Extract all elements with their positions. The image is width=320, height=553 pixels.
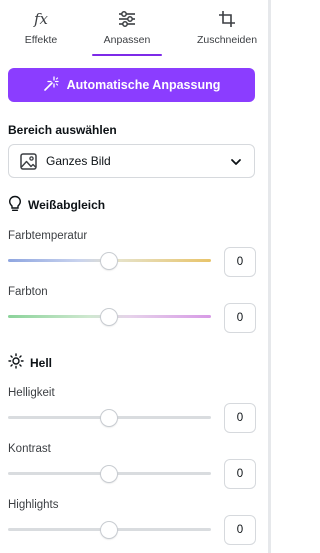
chevron-down-icon (230, 155, 242, 173)
sun-icon (8, 353, 24, 372)
tab-effects[interactable]: fx Effekte (0, 0, 82, 56)
area-section-title: Bereich auswählen (8, 123, 117, 137)
highlights-label: Highlights (8, 499, 59, 511)
auto-adjust-label: Automatische Anpassung (66, 78, 221, 92)
tab-label: Effekte (24, 34, 58, 46)
magic-wand-icon (43, 75, 59, 95)
white-balance-heading: Weißabgleich (8, 195, 105, 215)
area-select[interactable]: Ganzes Bild (8, 144, 255, 178)
brightness-slider-thumb[interactable] (101, 410, 117, 426)
light-title: Hell (30, 355, 53, 370)
crop-icon (217, 9, 237, 29)
contrast-label: Kontrast (8, 443, 51, 455)
area-select-value: Ganzes Bild (46, 154, 111, 168)
image-icon (20, 152, 38, 170)
active-tab-indicator (92, 54, 162, 56)
white-balance-title: Weißabgleich (28, 198, 106, 212)
lightbulb-icon (8, 195, 22, 215)
brightness-label: Helligkeit (8, 387, 55, 399)
light-heading: Hell (8, 353, 52, 372)
brightness-value-input[interactable]: 0 (224, 403, 256, 433)
temperature-label: Farbtemperatur (8, 230, 88, 242)
contrast-slider-thumb[interactable] (101, 466, 117, 482)
temperature-value-input[interactable]: 0 (224, 247, 256, 277)
tint-slider-thumb[interactable] (101, 309, 117, 325)
tint-value-input[interactable]: 0 (224, 303, 256, 333)
panel-right-border (268, 0, 271, 553)
auto-adjust-button[interactable]: Automatische Anpassung (8, 68, 255, 102)
tint-label: Farbton (8, 286, 48, 298)
tab-crop[interactable]: Zuschneiden (186, 0, 268, 56)
tab-adjust[interactable]: Anpassen (84, 0, 170, 56)
temperature-slider-thumb[interactable] (101, 253, 117, 269)
highlights-value-input[interactable]: 0 (224, 515, 256, 545)
tab-label: Anpassen (103, 34, 151, 46)
sliders-icon (117, 9, 137, 29)
tab-bar: fx Effekte Anpassen Zuschneiden (0, 0, 268, 56)
fx-icon: fx (33, 10, 48, 28)
highlights-slider-thumb[interactable] (101, 522, 117, 538)
contrast-value-input[interactable]: 0 (224, 459, 256, 489)
tab-label: Zuschneiden (196, 34, 258, 46)
